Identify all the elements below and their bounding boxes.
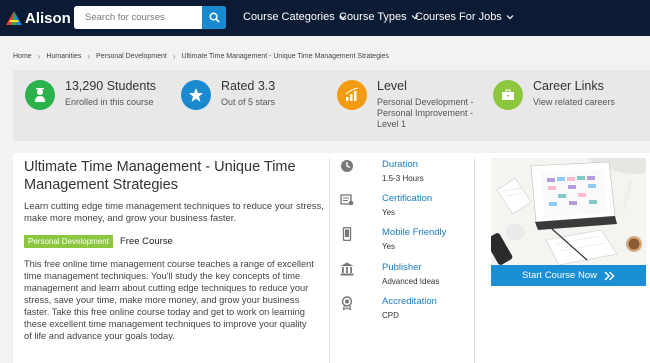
stat-subtitle: Out of 5 stars [221, 97, 276, 107]
stat-title: 13,290 Students [65, 79, 157, 93]
course-short-description: Learn cutting edge time management techn… [24, 201, 324, 224]
level-chart-icon [337, 80, 367, 110]
category-tag[interactable]: Personal Development [24, 235, 113, 248]
breadcrumb-current: Ultimate Time Management - Unique Time M… [181, 53, 389, 60]
breadcrumb-separator-icon: › [87, 52, 91, 61]
briefcase-icon [493, 80, 523, 110]
info-value: Yes [382, 242, 396, 251]
info-label: Mobile Friendly [382, 227, 447, 238]
course-thumbnail-image [491, 158, 646, 265]
breadcrumb-personal-development[interactable]: Personal Development [96, 53, 167, 60]
breadcrumb-home[interactable]: Home [13, 53, 32, 60]
nav-label: Course Categories [243, 11, 335, 23]
search-button[interactable] [202, 6, 226, 29]
info-value: Advanced Ideas [382, 277, 440, 286]
mobile-icon [342, 227, 352, 241]
nav-label: Course Types [339, 11, 407, 23]
chevron-down-icon [506, 15, 514, 20]
stat-title: Career Links [533, 79, 604, 93]
course-card: Ultimate Time Management - Unique Time M… [13, 153, 650, 363]
course-stats: 13,290 Students Enrolled in this course … [13, 70, 650, 141]
alison-logo[interactable]: Alison [6, 8, 71, 28]
info-label: Certification [382, 193, 433, 204]
search-icon [209, 12, 220, 23]
accreditation-icon [341, 296, 353, 310]
top-navbar: Alison Course Categories Course Types Co… [0, 0, 650, 36]
breadcrumb: Home › Humanities › Personal Development › … [13, 52, 389, 61]
start-course-button[interactable]: Start Course Now [491, 265, 646, 286]
divider [329, 158, 330, 363]
double-chevron-right-icon [604, 270, 615, 281]
course-long-description: This free online time management course … [24, 259, 314, 341]
info-value: 1.5-3 Hours [382, 174, 424, 183]
info-value: Yes [382, 208, 396, 217]
star-icon [181, 80, 211, 110]
info-label: Accreditation [382, 296, 437, 307]
publisher-icon [340, 262, 354, 276]
divider [474, 158, 475, 363]
breadcrumb-separator-icon: › [37, 52, 41, 61]
logo-text: Alison [25, 9, 71, 27]
stat-subtitle: Personal Development - Personal Improvem… [377, 97, 474, 129]
stat-subtitle: Enrolled in this course [65, 97, 154, 107]
student-icon [25, 80, 55, 110]
alison-logo-icon [6, 11, 22, 25]
nav-course-categories[interactable]: Course Categories [243, 11, 347, 23]
certificate-icon [340, 194, 354, 206]
info-label: Duration [382, 159, 418, 170]
search-input[interactable] [74, 6, 202, 29]
nav-course-types[interactable]: Course Types [339, 11, 419, 23]
info-label: Publisher [382, 262, 422, 273]
course-title: Ultimate Time Management - Unique Time M… [24, 159, 296, 193]
nav-label: Courses For Jobs [415, 11, 502, 23]
stat-title: Rated 3.3 [221, 79, 276, 93]
clock-icon [341, 160, 353, 172]
course-type: Free Course [120, 236, 173, 247]
stat-subtitle: View related careers [533, 97, 615, 107]
info-value: CPD [382, 311, 399, 320]
search-bar [74, 6, 226, 29]
nav-courses-for-jobs[interactable]: Courses For Jobs [415, 11, 514, 23]
breadcrumb-humanities[interactable]: Humanities [46, 53, 81, 60]
breadcrumb-separator-icon: › [172, 52, 176, 61]
stat-title: Level [377, 79, 407, 93]
start-course-label: Start Course Now [522, 270, 597, 281]
desk-planner-illustration [491, 158, 646, 265]
